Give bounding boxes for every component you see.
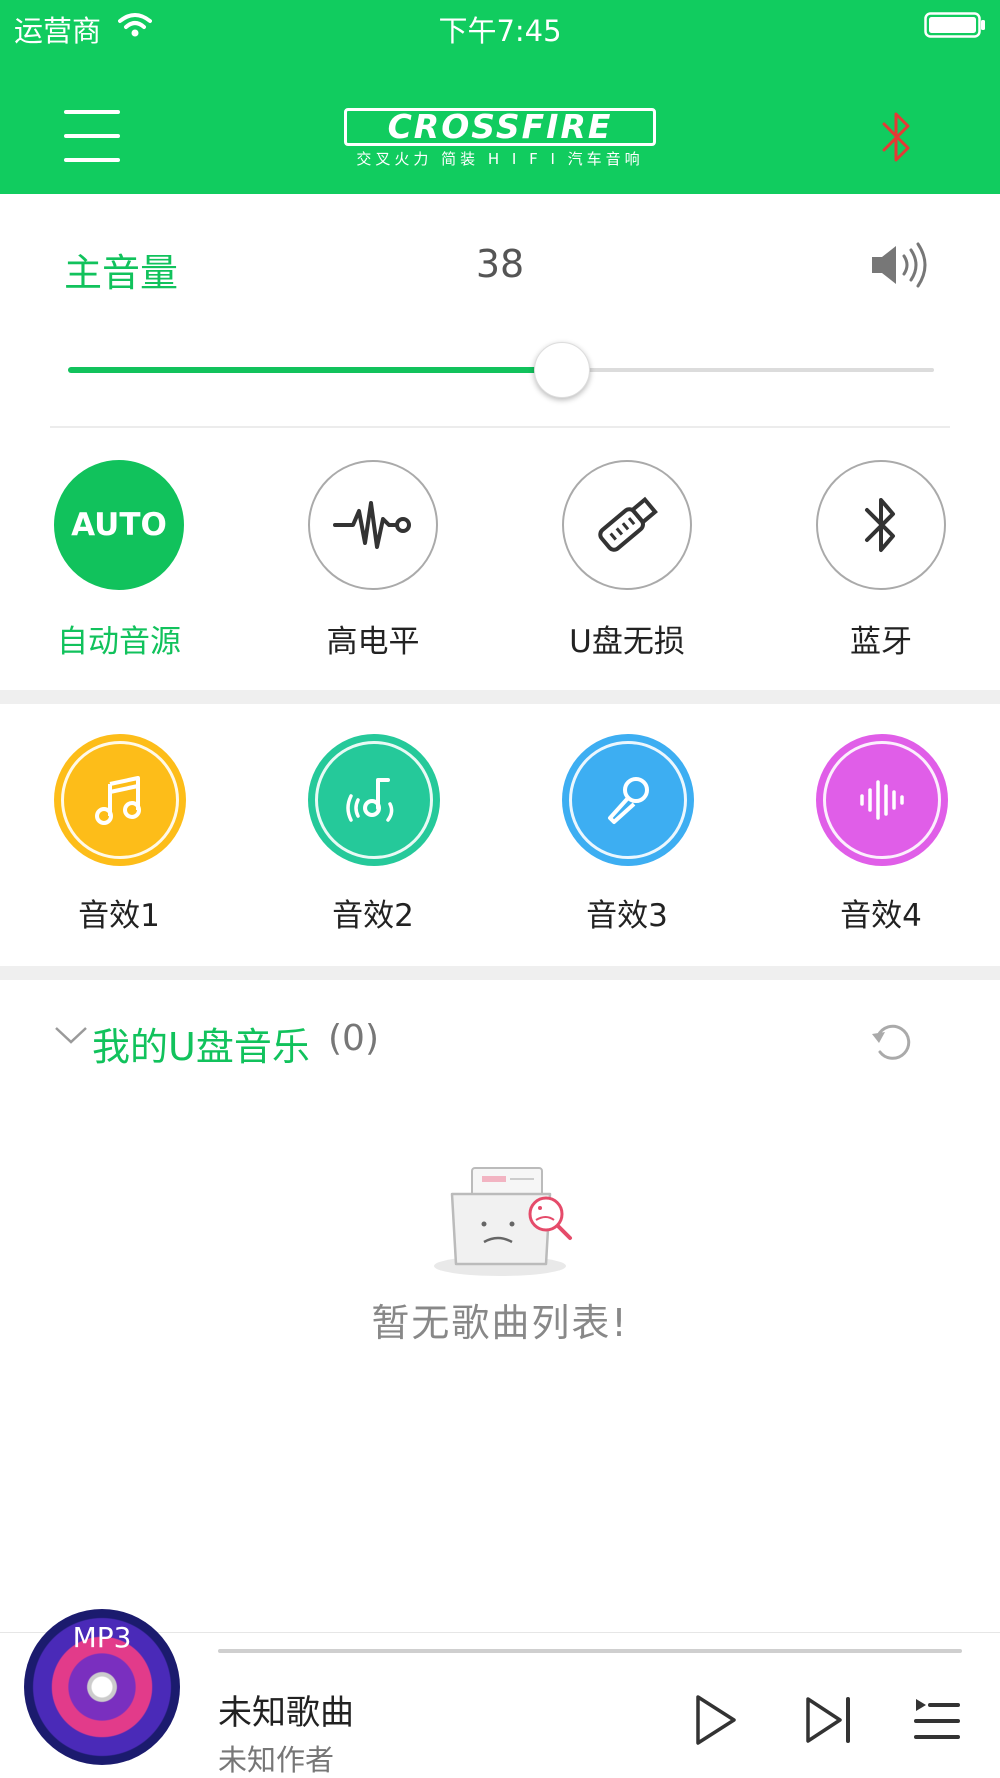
effect-2[interactable]: 音效2 — [270, 734, 476, 934]
empty-list-illustration — [428, 1160, 578, 1284]
next-track-icon[interactable] — [804, 1693, 854, 1751]
effect-1-label: 音效1 — [78, 898, 160, 934]
slider-thumb[interactable] — [533, 342, 590, 398]
source-bluetooth-label: 蓝牙 — [850, 624, 912, 660]
song-title: 未知歌曲 — [218, 1693, 354, 1733]
master-volume-label: 主音量 — [64, 251, 179, 295]
source-usb-lossless[interactable]: U盘无损 — [524, 460, 724, 660]
bluetooth-icon — [816, 460, 946, 590]
effect-4[interactable]: 音效4 — [778, 734, 984, 934]
app-header: 运营商 下午7:45 CROSSFIRE 交叉火力 简装 H I F I 汽车音… — [0, 0, 1000, 194]
source-usb-label: U盘无损 — [569, 624, 685, 660]
chevron-down-icon — [54, 1024, 88, 1050]
crossfire-logo: CROSSFIRE 交叉火力 简装 H I F I 汽车音响 — [344, 108, 656, 168]
logo-subtitle: 交叉火力 简装 H I F I 汽车音响 — [356, 150, 644, 168]
effect-4-label: 音效4 — [840, 898, 922, 934]
usb-music-title: 我的U盘音乐 — [92, 1025, 310, 1069]
waveform-icon — [308, 460, 438, 590]
microphone-icon — [562, 734, 694, 866]
source-auto[interactable]: AUTO 自动音源 — [16, 460, 216, 660]
disc-format-label: MP3 — [72, 1621, 132, 1654]
slider-fill — [68, 367, 562, 373]
usb-music-count: (0) — [328, 1018, 379, 1059]
album-disc-icon[interactable]: MP3 — [24, 1609, 180, 1765]
usb-music-header[interactable]: 我的U盘音乐 (0) — [50, 1010, 950, 1070]
effect-3-label: 音效3 — [586, 898, 668, 934]
source-high-level-label: 高电平 — [326, 624, 420, 660]
effect-3[interactable]: 音效3 — [524, 734, 730, 934]
song-artist: 未知作者 — [218, 1743, 335, 1777]
logo-main-text: CROSSFIRE — [344, 108, 656, 146]
effect-1[interactable]: 音效1 — [16, 734, 222, 934]
source-auto-label: 自动音源 — [57, 624, 181, 660]
usb-drive-icon — [562, 460, 692, 590]
master-volume-value: 38 — [475, 242, 525, 286]
playback-progress-bar[interactable] — [218, 1649, 962, 1653]
source-bluetooth[interactable]: 蓝牙 — [778, 460, 978, 660]
music-sound-icon — [308, 734, 440, 866]
playlist-icon[interactable] — [914, 1695, 960, 1749]
hamburger-menu-icon[interactable] — [64, 110, 120, 162]
battery-icon — [924, 12, 986, 42]
play-icon[interactable] — [692, 1693, 740, 1751]
status-time: 下午7:45 — [438, 14, 562, 48]
auto-badge-text: AUTO — [71, 507, 167, 543]
sound-bars-icon — [816, 734, 948, 866]
speaker-icon[interactable] — [868, 238, 932, 296]
auto-source-icon: AUTO — [54, 460, 184, 590]
refresh-icon[interactable] — [866, 1016, 918, 1072]
master-volume-slider[interactable] — [68, 342, 934, 398]
section-separator — [0, 966, 1000, 980]
source-high-level[interactable]: 高电平 — [270, 460, 470, 660]
bluetooth-status-icon[interactable] — [880, 110, 914, 168]
divider — [50, 426, 950, 428]
empty-list-message: 暂无歌曲列表! — [371, 1301, 629, 1345]
section-separator — [0, 690, 1000, 704]
mini-player: MP3 未知歌曲 未知作者 — [0, 1609, 1000, 1778]
music-note-icon — [54, 734, 186, 866]
effect-2-label: 音效2 — [332, 898, 414, 934]
